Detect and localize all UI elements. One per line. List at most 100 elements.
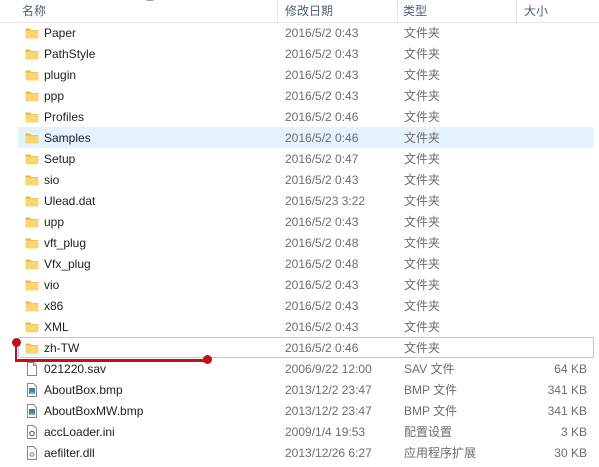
file-type: 文件夹 [404, 320, 441, 334]
file-name: vft_plug [44, 236, 87, 250]
file-name: Profiles [44, 110, 85, 124]
file-modified-date: 2006/9/22 12:00 [285, 362, 372, 376]
file-row[interactable]: vft_plug 2016/5/2 0:48 文件夹 [18, 232, 594, 253]
folder-icon [25, 131, 39, 145]
file-type: 文件夹 [404, 110, 441, 124]
folder-icon [25, 110, 39, 124]
file-row[interactable]: accLoader.ini 2009/1/4 19:53 配置设置 3 KB [18, 421, 594, 442]
file-row[interactable]: Paper 2016/5/2 0:43 文件夹 [18, 22, 594, 43]
file-type: 文件夹 [404, 278, 441, 292]
file-modified-date: 2016/5/2 0:43 [285, 47, 359, 61]
file-row[interactable]: Vfx_plug 2016/5/2 0:48 文件夹 [18, 253, 594, 274]
column-header-bar: 名称 修改日期 类型 大小 [0, 0, 599, 23]
file-modified-date: 2016/5/2 0:47 [285, 152, 359, 166]
column-header-date[interactable]: 修改日期 [281, 0, 396, 22]
annotation-underline [15, 359, 208, 362]
file-row[interactable]: zh-TW 2016/5/2 0:46 文件夹 [18, 337, 594, 358]
file-row[interactable]: Profiles 2016/5/2 0:46 文件夹 [18, 106, 594, 127]
settings-file-icon [25, 425, 39, 439]
file-row[interactable]: aefilter.dll 2013/12/26 6:27 应用程序扩展 30 KB [18, 442, 594, 463]
file-size: 341 KB [547, 404, 587, 418]
file-name: vio [44, 278, 60, 292]
file-row[interactable]: vio 2016/5/2 0:43 文件夹 [18, 274, 594, 295]
file-row[interactable]: PathStyle 2016/5/2 0:43 文件夹 [18, 43, 594, 64]
file-modified-date: 2016/5/2 0:48 [285, 236, 359, 250]
folder-icon [25, 26, 39, 40]
folder-icon [25, 173, 39, 187]
column-divider[interactable] [516, 0, 517, 22]
file-name: accLoader.ini [44, 425, 115, 439]
file-type: 文件夹 [404, 152, 441, 166]
annotation-marker-end [203, 355, 212, 364]
file-type: 配置设置 [404, 425, 453, 439]
file-modified-date: 2016/5/2 0:43 [285, 68, 359, 82]
file-row[interactable]: Ulead.dat 2016/5/23 3:22 文件夹 [18, 190, 594, 211]
file-modified-date: 2013/12/2 23:47 [285, 404, 372, 418]
column-divider[interactable] [277, 0, 278, 22]
file-type: 文件夹 [404, 68, 441, 82]
file-name: AboutBoxMW.bmp [44, 404, 144, 418]
file-row[interactable]: XML 2016/5/2 0:43 文件夹 [18, 316, 594, 337]
folder-icon [25, 194, 39, 208]
file-name: Samples [44, 131, 91, 145]
file-size: 64 KB [554, 362, 587, 376]
file-modified-date: 2016/5/2 0:43 [285, 89, 359, 103]
file-type: 文件夹 [404, 194, 441, 208]
file-type: BMP 文件 [404, 383, 458, 397]
file-name: upp [44, 215, 65, 229]
file-type: 文件夹 [404, 26, 441, 40]
file-modified-date: 2016/5/2 0:43 [285, 26, 359, 40]
file-modified-date: 2016/5/2 0:46 [285, 131, 359, 145]
file-type: 文件夹 [404, 236, 441, 250]
file-size: 30 KB [554, 446, 587, 460]
column-header-name[interactable]: 名称 [18, 0, 276, 22]
dll-file-icon [25, 446, 39, 460]
file-type: 文件夹 [404, 89, 441, 103]
file-row[interactable]: x86 2016/5/2 0:43 文件夹 [18, 295, 594, 316]
folder-icon [25, 257, 39, 271]
file-modified-date: 2016/5/2 0:43 [285, 320, 359, 334]
file-modified-date: 2016/5/2 0:43 [285, 173, 359, 187]
column-header-type[interactable]: 类型 [399, 0, 514, 22]
file-type: 文件夹 [404, 341, 441, 355]
folder-icon [25, 152, 39, 166]
file-name: aefilter.dll [44, 446, 95, 460]
file-type: SAV 文件 [404, 362, 455, 376]
file-row[interactable]: AboutBox.bmp 2013/12/2 23:47 BMP 文件 341 KB [18, 379, 594, 400]
file-name: 021220.sav [44, 362, 107, 376]
file-modified-date: 2013/12/2 23:47 [285, 383, 372, 397]
file-row[interactable]: sio 2016/5/2 0:43 文件夹 [18, 169, 594, 190]
file-name: plugin [44, 68, 77, 82]
file-modified-date: 2016/5/2 0:48 [285, 257, 359, 271]
folder-icon [25, 320, 39, 334]
file-type: 文件夹 [404, 257, 441, 271]
file-row[interactable]: AboutBoxMW.bmp 2013/12/2 23:47 BMP 文件 341 K… [18, 400, 594, 421]
folder-icon [25, 68, 39, 82]
file-modified-date: 2016/5/2 0:46 [285, 341, 359, 355]
file-icon [25, 362, 39, 376]
file-modified-date: 2009/1/4 19:53 [285, 425, 366, 439]
file-type: 文件夹 [404, 47, 441, 61]
file-row[interactable]: plugin 2016/5/2 0:43 文件夹 [18, 64, 594, 85]
file-row[interactable]: ppp 2016/5/2 0:43 文件夹 [18, 85, 594, 106]
column-divider[interactable] [397, 0, 398, 22]
folder-icon [25, 215, 39, 229]
image-file-icon [25, 383, 39, 397]
file-row[interactable]: Setup 2016/5/2 0:47 文件夹 [18, 148, 594, 169]
file-name: ppp [44, 89, 65, 103]
file-name: XML [44, 320, 69, 334]
file-modified-date: 2016/5/23 3:22 [285, 194, 366, 208]
folder-icon [25, 236, 39, 250]
file-name: zh-TW [44, 341, 80, 355]
column-header-size[interactable]: 大小 [520, 0, 595, 22]
file-name: AboutBox.bmp [44, 383, 123, 397]
file-name: Vfx_plug [44, 257, 91, 271]
file-type: 文件夹 [404, 173, 441, 187]
file-size: 3 KB [560, 425, 587, 439]
file-name: sio [44, 173, 60, 187]
file-row[interactable]: upp 2016/5/2 0:43 文件夹 [18, 211, 594, 232]
sort-ascending-icon [146, 0, 154, 1]
file-modified-date: 2016/5/2 0:46 [285, 110, 359, 124]
file-row[interactable]: Samples 2016/5/2 0:46 文件夹 [18, 127, 594, 148]
file-type: 文件夹 [404, 299, 441, 313]
